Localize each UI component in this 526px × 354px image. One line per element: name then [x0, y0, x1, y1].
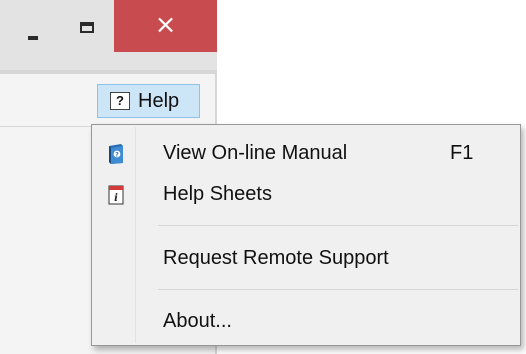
maximize-button[interactable]: [58, 0, 114, 70]
minimize-icon: [28, 36, 38, 40]
maximize-icon: [80, 22, 94, 33]
menu-item-help-sheets[interactable]: i Help Sheets: [94, 177, 518, 211]
menu-item-request-remote-support[interactable]: Request Remote Support: [94, 241, 518, 275]
toolbar: ? Help: [0, 74, 215, 127]
menu-item-label: Request Remote Support: [163, 247, 389, 269]
help-menu-button[interactable]: ? Help: [97, 84, 200, 118]
menu-item-label: Help Sheets: [163, 183, 272, 205]
menu-item-about[interactable]: About...: [94, 304, 518, 338]
menu-item-shortcut: F1: [450, 142, 474, 164]
menu-separator: [158, 289, 518, 290]
menu-item-view-online-manual[interactable]: ? View On-line Manual F1: [94, 136, 518, 170]
minimize-button[interactable]: [0, 0, 58, 70]
help-sheet-icon: i: [106, 184, 126, 206]
svg-text:i: i: [114, 193, 118, 204]
menu-separator: [158, 225, 518, 226]
help-dropdown-menu: ? View On-line Manual F1 i Help Sheets R…: [91, 124, 521, 346]
help-question-icon: ?: [110, 92, 130, 110]
menu-item-label: View On-line Manual: [163, 142, 348, 164]
menu-item-label: About...: [163, 310, 232, 332]
svg-text:?: ?: [115, 152, 119, 159]
title-bar: ×: [0, 0, 217, 70]
close-button[interactable]: ×: [114, 0, 217, 52]
close-icon: ×: [154, 10, 177, 40]
manual-book-icon: ?: [106, 143, 126, 165]
help-menu-label: Help: [138, 89, 180, 112]
